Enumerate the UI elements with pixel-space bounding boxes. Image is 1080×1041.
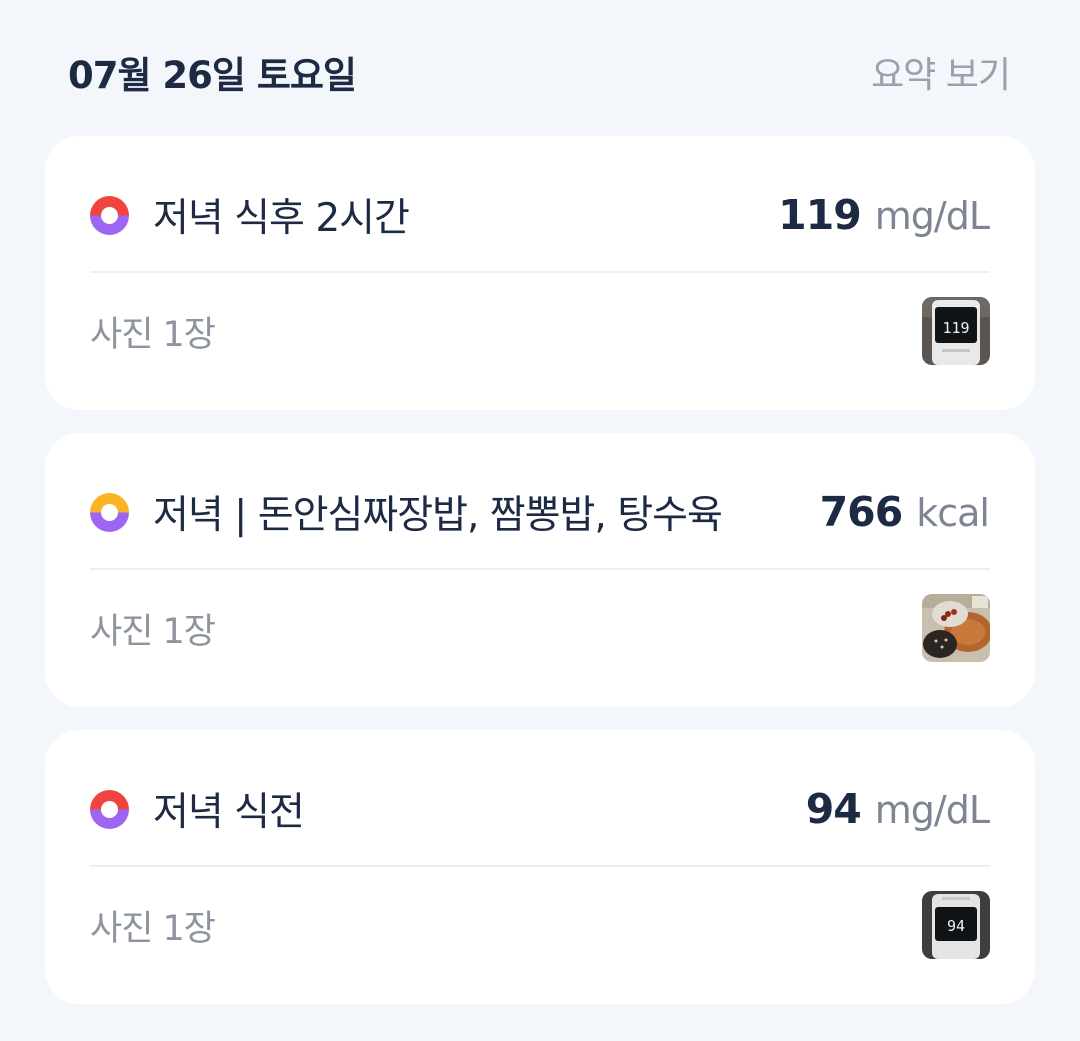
entry-card-photos: 사진 1장 94 xyxy=(90,890,990,960)
entry-card-blood-glucose-pre-meal[interactable]: 저녁 식전 94 mg/dL 사진 1장 94 xyxy=(45,730,1035,1004)
entry-value-number: 119 xyxy=(778,191,862,239)
entry-title: 저녁 | 돈안심짜장밥, 짬뽕밥, 탕수육 xyxy=(153,493,723,538)
photo-count: 사진 1장 xyxy=(90,314,216,355)
meter-display-text: 94 xyxy=(947,917,965,935)
blood-glucose-ring-icon xyxy=(90,195,129,235)
summary-view-link[interactable]: 요약 보기 xyxy=(871,46,1011,98)
entry-card-meal[interactable]: 저녁 | 돈안심짜장밥, 짬뽕밥, 탕수육 766 kcal 사진 1장 xyxy=(45,433,1035,707)
entry-title: 저녁 식후 2시간 xyxy=(153,196,410,241)
divider xyxy=(90,271,990,273)
photo-count: 사진 1장 xyxy=(90,611,216,652)
entry-value-number: 94 xyxy=(805,785,862,833)
entry-title: 저녁 식전 xyxy=(153,790,305,835)
meal-photo-thumbnail[interactable] xyxy=(922,594,990,662)
entry-value-number: 766 xyxy=(819,488,904,536)
entry-value-unit: kcal xyxy=(916,491,990,535)
date-title: 07월 26일 토요일 xyxy=(68,54,357,97)
entry-card-photos: 사진 1장 xyxy=(90,593,990,663)
meal-ring-icon xyxy=(90,492,129,532)
glucose-meter-photo-thumbnail[interactable]: 119 xyxy=(922,297,990,365)
entry-card-header: 저녁 | 돈안심짜장밥, 짬뽕밥, 탕수육 766 kcal xyxy=(90,477,990,547)
divider xyxy=(90,865,990,867)
entry-card-photos: 사진 1장 119 xyxy=(90,296,990,366)
photo-count: 사진 1장 xyxy=(90,908,216,949)
entry-value: 94 mg/dL xyxy=(805,785,990,833)
blood-glucose-ring-icon xyxy=(90,789,129,829)
meter-display-text: 119 xyxy=(942,319,969,337)
entry-value-unit: mg/dL xyxy=(874,194,990,238)
entry-value-unit: mg/dL xyxy=(874,788,990,832)
entry-card-header: 저녁 식후 2시간 119 mg/dL xyxy=(90,180,990,250)
entry-card-header: 저녁 식전 94 mg/dL xyxy=(90,774,990,844)
entry-card-blood-glucose-post-meal[interactable]: 저녁 식후 2시간 119 mg/dL 사진 1장 119 xyxy=(45,136,1035,410)
date-header: 07월 26일 토요일 요약 보기 xyxy=(68,44,1011,100)
divider xyxy=(90,568,990,570)
glucose-meter-photo-thumbnail[interactable]: 94 xyxy=(922,891,990,959)
entry-value: 119 mg/dL xyxy=(778,191,990,239)
entry-value: 766 kcal xyxy=(819,488,990,536)
